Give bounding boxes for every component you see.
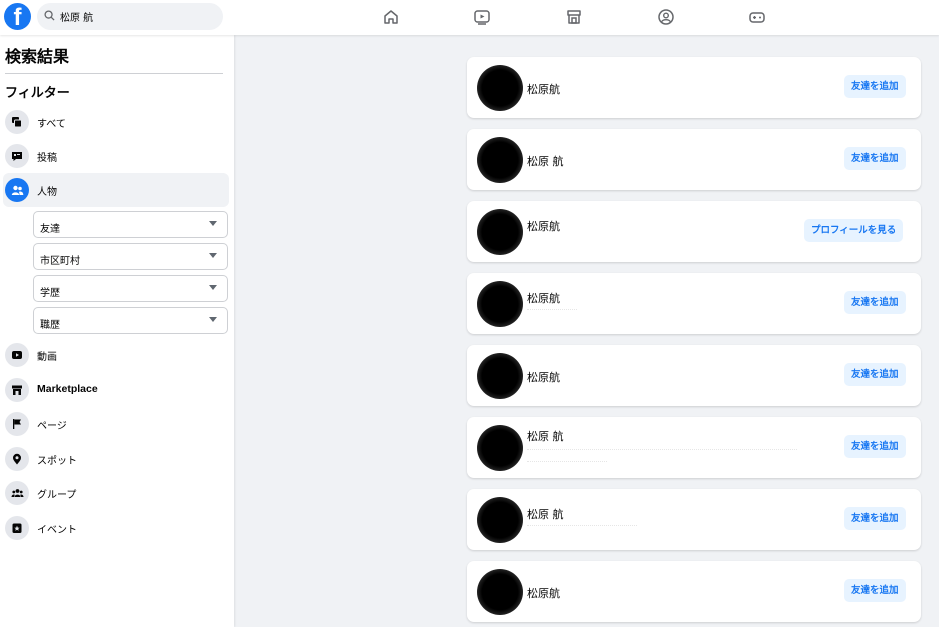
result-card[interactable]: 松原航 友達を追加 [467, 345, 921, 406]
marketplace-icon[interactable] [565, 8, 583, 26]
add-friend-button[interactable]: 友達を追加 [844, 147, 906, 170]
avatar[interactable] [477, 137, 523, 183]
sidebar-item-label: Marketplace [37, 383, 98, 395]
pages-icon [5, 412, 29, 436]
sidebar-item-label: すべて [37, 119, 66, 130]
search-filter-sidebar: 検索結果 フィルター すべて 投稿 人物 友達 市区町村 学歴 職歴 動画 Ma… [0, 35, 234, 627]
sidebar-item-posts[interactable]: 投稿 [3, 139, 229, 173]
groups-icon [5, 481, 29, 505]
dropdown-label: 市区町村 [40, 256, 80, 267]
result-name[interactable]: 松原航 [527, 290, 560, 306]
result-card[interactable]: 松原航 プロフィールを見る [467, 201, 921, 262]
sidebar-item-events[interactable]: イベント [3, 511, 229, 545]
sidebar-item-marketplace[interactable]: Marketplace [3, 373, 229, 407]
result-name[interactable]: 松原 航 [527, 506, 564, 522]
home-icon[interactable] [382, 8, 400, 26]
posts-icon [5, 144, 29, 168]
logo-letter: f [13, 4, 22, 30]
video-icon [5, 343, 29, 367]
avatar[interactable] [477, 65, 523, 111]
sidebar-item-label: グループ [37, 490, 77, 501]
result-name[interactable]: 松原 航 [527, 153, 564, 169]
events-icon [5, 516, 29, 540]
sidebar-item-videos[interactable]: 動画 [3, 338, 229, 372]
sidebar-item-all[interactable]: すべて [3, 105, 229, 139]
result-name[interactable]: 松原航 [527, 81, 560, 97]
add-friend-button[interactable]: 友達を追加 [844, 435, 906, 458]
dropdown-label: 学歴 [40, 288, 60, 299]
marketplace-icon [5, 378, 29, 402]
chevron-down-icon [209, 317, 217, 322]
result-card[interactable]: 松原航 友達を追加 [467, 561, 921, 622]
result-card[interactable]: 松原航 友達を追加 [467, 57, 921, 118]
sidebar-item-groups[interactable]: グループ [3, 476, 229, 510]
result-card[interactable]: 松原 航 友達を追加 [467, 489, 921, 550]
add-friend-button[interactable]: 友達を追加 [844, 579, 906, 602]
chevron-down-icon [209, 253, 217, 258]
facebook-logo-icon[interactable]: f [4, 3, 31, 30]
redacted-subtitle [527, 525, 637, 527]
chevron-down-icon [209, 221, 217, 226]
sidebar-item-label: イベント [37, 525, 77, 536]
sidebar-item-label: スポット [37, 456, 77, 467]
sidebar-item-label: ページ [37, 421, 67, 432]
result-card[interactable]: 松原航 友達を追加 [467, 273, 921, 334]
search-icon [44, 10, 55, 21]
avatar[interactable] [477, 569, 523, 615]
page-title: 検索結果 [5, 47, 70, 66]
sidebar-item-pages[interactable]: ページ [3, 407, 229, 441]
result-name[interactable]: 松原航 [527, 585, 560, 601]
top-navigation-bar: f [0, 0, 939, 35]
filter-city-dropdown[interactable]: 市区町村 [33, 243, 228, 270]
filter-friends-dropdown[interactable]: 友達 [33, 211, 228, 238]
search-box[interactable] [37, 3, 223, 30]
groups-icon[interactable] [657, 8, 675, 26]
places-icon [5, 447, 29, 471]
add-friend-button[interactable]: 友達を追加 [844, 363, 906, 386]
chevron-down-icon [209, 285, 217, 290]
avatar[interactable] [477, 497, 523, 543]
avatar[interactable] [477, 209, 523, 255]
all-icon [5, 110, 29, 134]
divider [5, 73, 223, 74]
result-name[interactable]: 松原 航 [527, 428, 564, 444]
add-friend-button[interactable]: 友達を追加 [844, 291, 906, 314]
dropdown-label: 職歴 [40, 320, 60, 331]
result-card[interactable]: 松原 航 友達を追加 [467, 129, 921, 190]
view-profile-button[interactable]: プロフィールを見る [804, 219, 904, 242]
add-friend-button[interactable]: 友達を追加 [844, 507, 906, 530]
result-name[interactable]: 松原航 [527, 369, 560, 385]
filter-work-dropdown[interactable]: 職歴 [33, 307, 228, 334]
sidebar-item-label: 動画 [37, 352, 57, 363]
sidebar-item-places[interactable]: スポット [3, 442, 229, 476]
people-icon [5, 178, 29, 202]
redacted-subtitle [527, 461, 607, 463]
redacted-subtitle [527, 449, 797, 451]
sidebar-item-label: 人物 [37, 187, 57, 198]
result-name[interactable]: 松原航 [527, 218, 560, 234]
result-card[interactable]: 松原 航 友達を追加 [467, 417, 921, 478]
dropdown-label: 友達 [40, 224, 60, 235]
filter-education-dropdown[interactable]: 学歴 [33, 275, 228, 302]
redacted-subtitle [527, 309, 577, 311]
avatar[interactable] [477, 425, 523, 471]
sidebar-item-label: 投稿 [37, 153, 57, 164]
search-input[interactable] [60, 3, 215, 30]
sidebar-item-people[interactable]: 人物 [3, 173, 229, 207]
avatar[interactable] [477, 281, 523, 327]
filter-heading: フィルター [5, 86, 70, 101]
avatar[interactable] [477, 353, 523, 399]
video-icon[interactable] [473, 8, 491, 26]
gaming-icon[interactable] [748, 8, 766, 26]
add-friend-button[interactable]: 友達を追加 [844, 75, 906, 98]
